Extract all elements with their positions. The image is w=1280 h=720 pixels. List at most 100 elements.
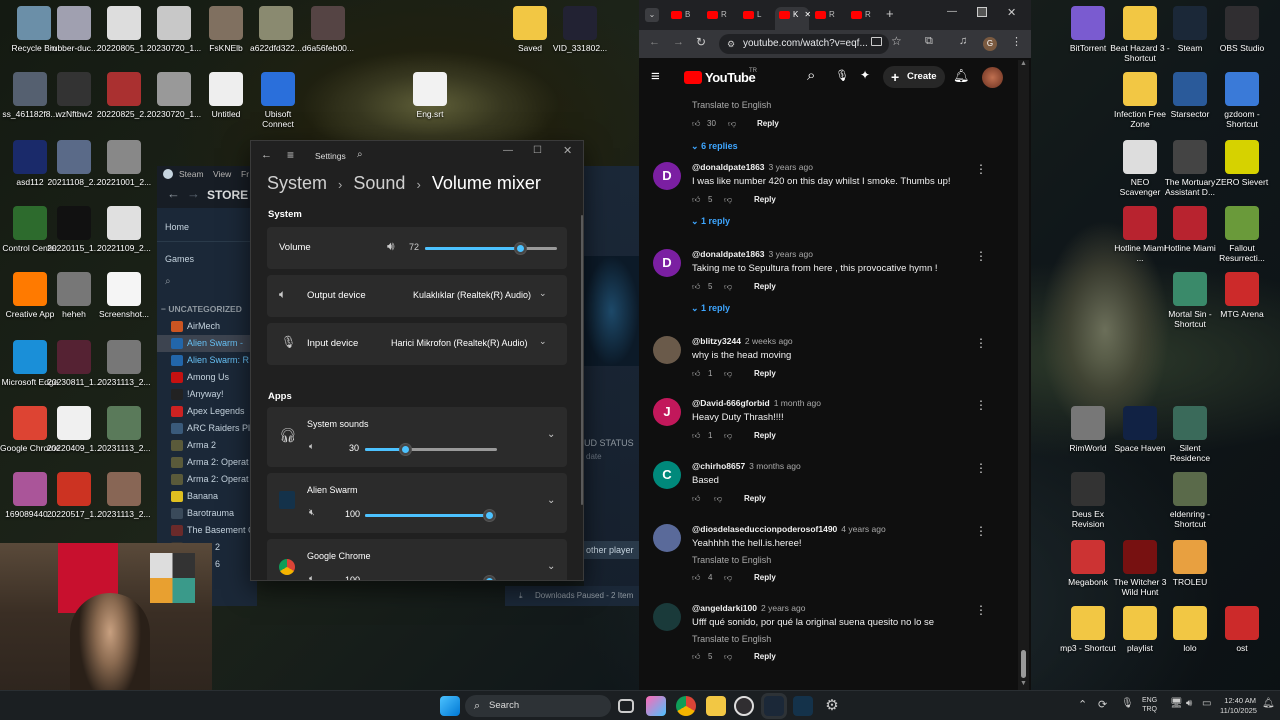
dislike-icon[interactable]: 👎︎ [724,573,732,583]
new-tab-icon[interactable]: + [886,6,894,21]
comment-avatar[interactable]: D [653,249,681,277]
like-icon[interactable]: 👍︎ [692,652,700,662]
like-icon[interactable]: 👍︎ [692,282,700,292]
steam-game-item[interactable]: Alien Swarm - [157,335,257,352]
desktop-icon[interactable]: OBS Studio [1212,6,1272,53]
desktop-icon[interactable]: 20221001_2... [94,140,154,187]
app-volume-slider[interactable] [365,443,497,456]
input-device-select[interactable]: Harici Mikrofon (Realtek(R) Audio) [391,338,528,348]
desktop-icon[interactable]: 20231113_2... [94,340,154,387]
app-system-sounds[interactable]: 🎧︎ System sounds 🔈︎ 30 ⌄ [267,407,567,467]
desktop-icon[interactable]: ZERO Sievert [1212,140,1272,187]
settings-window[interactable]: ← ≡ Settings ⌕ — ☐ ✕ System › Sound › Vo… [250,140,584,581]
comment-author[interactable]: @diosdelaseduccionpoderosof1490 4 years a… [692,524,992,534]
cast-icon[interactable] [871,37,882,46]
steam-game-item[interactable]: Arma 2: Operat [157,454,257,471]
maximize-icon[interactable]: ☐ [533,145,542,156]
input-device-card[interactable]: 🎙︎ Input device Harici Mikrofon (Realtek… [267,323,567,365]
desktop-icon[interactable]: a622dfd322... [246,6,306,53]
desktop-icon[interactable]: MTG Arena [1212,272,1272,319]
like-icon[interactable]: 👍︎ [692,431,700,441]
desktop-icon[interactable]: Deus Ex Revision [1058,472,1118,529]
like-icon[interactable]: 👍︎ [692,119,700,129]
network-icon[interactable]: 🖥︎ [1170,698,1183,709]
desktop-icon[interactable]: Fallout Resurrecti... [1212,206,1272,263]
comment-time[interactable]: 3 years ago [769,162,813,172]
desktop-icon[interactable]: 20230720_1... [144,6,204,53]
steam-game-item[interactable]: !Anyway! [157,386,257,403]
battery-icon[interactable]: ▭ [1202,698,1211,709]
steam-taskbar-icon[interactable] [764,696,784,716]
reply-button[interactable]: Reply [754,195,776,204]
desktop-icon[interactable]: Megabonk [1058,540,1118,587]
youtube-logo-icon[interactable] [684,71,702,84]
close-icon[interactable]: ✕ [563,144,572,157]
comment-avatar[interactable] [653,336,681,364]
reply-button[interactable]: Reply [754,369,776,378]
speaker-icon[interactable]: 🔊︎ [387,239,395,254]
output-device-select[interactable]: Kulaklıklar (Realtek(R) Audio) [413,290,531,300]
forward-arrow-icon[interactable]: → [673,36,684,48]
chevron-down-icon[interactable]: ⌄ [547,429,555,440]
app-volume-slider[interactable] [483,575,496,580]
translate-link[interactable]: Translate to English [692,555,992,565]
app-google-chrome[interactable]: Google Chrome 🔈︎ 100 ⌄ [267,539,567,580]
maximize-icon[interactable] [977,7,987,17]
comment-time[interactable]: 2 years ago [761,603,805,613]
comment-menu-icon[interactable]: ⋮ [975,336,987,350]
create-button[interactable]: + Create [883,66,945,88]
settings-scrollbar[interactable] [581,215,583,505]
browser-tab[interactable]: B [667,7,697,23]
browser-tab[interactable]: R [847,7,877,23]
youtube-logo-text[interactable]: YouTube [705,70,756,85]
comment-menu-icon[interactable]: ⋮ [975,398,987,412]
reply-button[interactable]: Reply [757,119,779,128]
chevron-down-icon[interactable]: ⌄ [547,561,555,572]
search-icon[interactable]: ⌕ [357,149,363,160]
like-icon[interactable]: 👍︎ [692,573,700,583]
bookmark-star-icon[interactable]: ☆ [891,34,902,48]
like-icon[interactable]: 👍︎ [692,369,700,379]
more-options-icon[interactable]: ⋮ [1011,35,1022,48]
steam-home[interactable]: Home [165,222,189,232]
alien-swarm-taskbar-icon[interactable] [793,696,813,716]
desktop-icon[interactable]: TROLEU [1160,540,1220,587]
steam-game-item[interactable]: Barotrauma [157,505,257,522]
steam-downloads-bar[interactable]: ⤓ Downloads Paused - 2 Item [505,586,639,606]
scroll-thumb[interactable] [1021,650,1026,678]
desktop-icon[interactable]: d6a56feb00... [298,6,358,53]
comment-time[interactable]: 2 weeks ago [745,336,793,346]
comment-time[interactable]: 4 years ago [841,524,885,534]
view-replies-button[interactable]: ⌄ 1 reply [691,216,730,227]
language-indicator[interactable]: ENG TRQ [1142,696,1157,714]
reply-button[interactable]: Reply [754,282,776,291]
comment-time[interactable]: 3 months ago [749,461,801,471]
forward-arrow-icon[interactable]: → [187,186,200,201]
steam-game-item[interactable]: Arma 2 [157,437,257,454]
dislike-icon[interactable]: 👎︎ [724,195,732,205]
like-icon[interactable]: 👍︎ [692,494,700,504]
desktop-icon[interactable]: 20231113_2... [94,406,154,453]
output-device-card[interactable]: 🔈︎ Output device Kulaklıklar (Realtek(R)… [267,275,567,317]
browser-tab[interactable]: K ✕ [775,7,811,30]
desktop-icon[interactable]: The Mortuary Assistant D... [1160,140,1220,197]
desktop-icon[interactable]: Starsector [1160,72,1220,119]
media-icon[interactable]: ♫ [959,35,967,47]
dislike-icon[interactable]: 👎︎ [714,494,722,504]
desktop-icon[interactable]: RimWorld [1058,406,1118,453]
search-icon[interactable]: ⌕ [165,276,171,287]
comment-menu-icon[interactable]: ⋮ [975,603,987,617]
gemini-icon[interactable]: ✦ [860,68,870,82]
dislike-icon[interactable]: 👎︎ [724,282,732,292]
comment-menu-icon[interactable]: ⋮ [975,524,987,538]
comment-author[interactable]: @donaldpate1863 3 years ago [692,162,992,172]
desktop-icon[interactable]: Hotline Miami [1160,206,1220,253]
extensions-icon[interactable]: ⧉ [925,35,933,48]
volume-tray-icon[interactable]: 🔊︎ [1186,698,1192,709]
steam-game-item[interactable]: ARC Raiders Pla [157,420,257,437]
mic-tray-icon[interactable]: 🎙︎ [1121,698,1134,709]
minimize-icon[interactable]: — [947,6,957,17]
chevron-down-icon[interactable]: ⌄ [547,495,555,506]
back-arrow-icon[interactable]: ← [167,186,180,201]
browser-tab[interactable]: L [739,7,769,23]
